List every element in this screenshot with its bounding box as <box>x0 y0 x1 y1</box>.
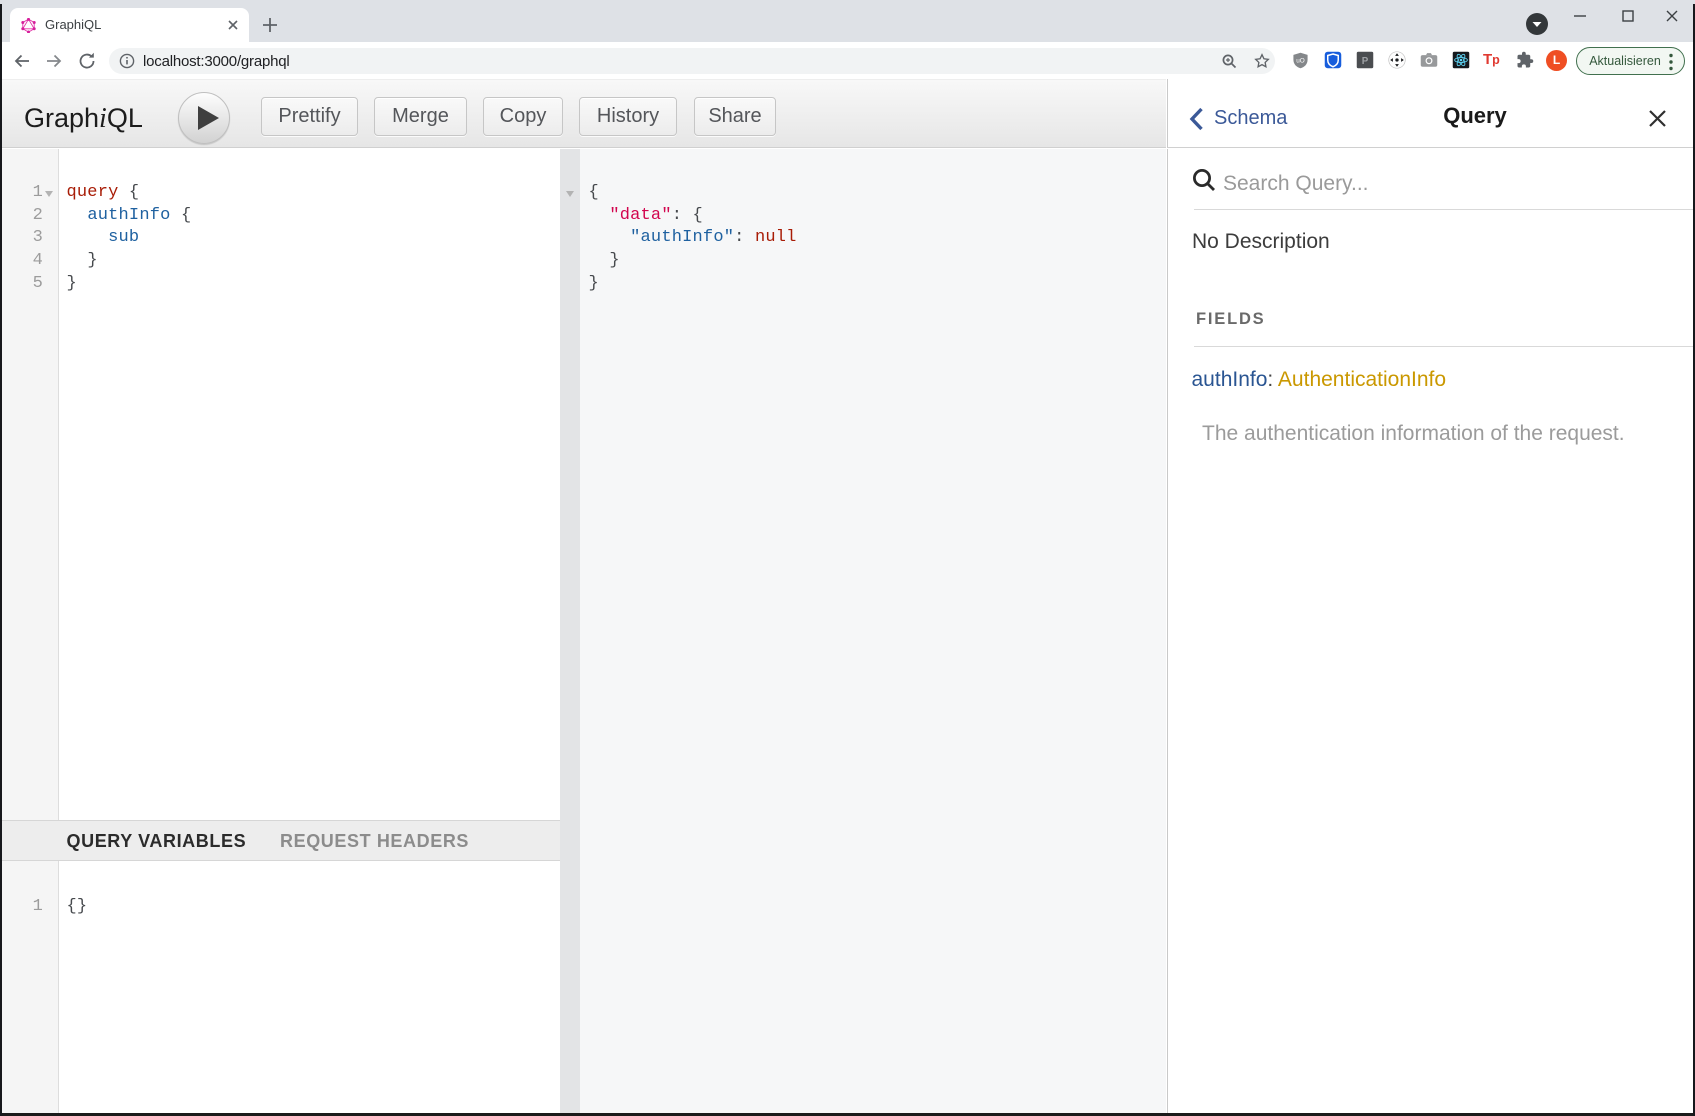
svg-text:uO: uO <box>1296 57 1305 64</box>
svg-text:P: P <box>1362 56 1369 67</box>
